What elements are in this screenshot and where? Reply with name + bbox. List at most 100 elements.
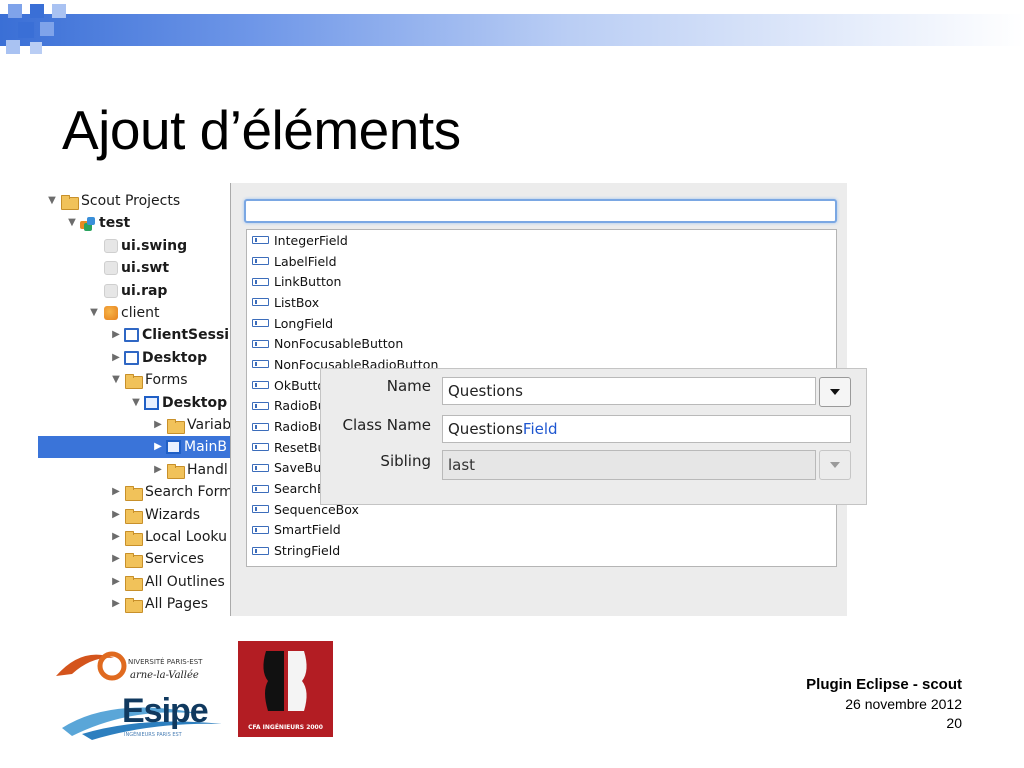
collapsed-arrow-icon[interactable]: ▶ xyxy=(110,598,122,610)
folder-icon xyxy=(124,484,143,502)
folder-icon xyxy=(124,574,143,591)
folder-icon xyxy=(166,417,185,434)
tree-item[interactable]: ▶ Local Looku xyxy=(38,526,238,548)
folder-icon xyxy=(124,507,143,524)
name-field[interactable]: Questions xyxy=(442,377,816,405)
tree-item[interactable]: ui.swt xyxy=(38,257,238,279)
collapsed-arrow-icon[interactable]: ▶ xyxy=(110,553,122,565)
orange-cube-icon xyxy=(104,306,118,320)
list-item-label: SearchB xyxy=(274,481,326,497)
list-item[interactable]: LinkButton xyxy=(247,271,836,292)
collapsed-arrow-icon[interactable]: ▶ xyxy=(110,509,122,521)
form-field-icon xyxy=(252,546,269,555)
list-item[interactable]: NonFocusableButton xyxy=(247,333,836,354)
list-item[interactable]: ListBox xyxy=(247,292,836,313)
form-field-icon xyxy=(252,339,269,348)
collapsed-arrow-icon[interactable]: ▶ xyxy=(110,486,122,498)
expanded-arrow-icon[interactable]: ▼ xyxy=(46,195,58,207)
collapsed-arrow-icon[interactable]: ▶ xyxy=(152,441,164,453)
tree-item[interactable]: ui.swing xyxy=(38,235,238,257)
tree-item[interactable]: ▼ Forms xyxy=(38,369,238,391)
sibling-field[interactable]: last xyxy=(442,450,816,480)
footer-date: 26 novembre 2012 xyxy=(845,696,962,712)
project-icon xyxy=(80,215,96,231)
window-icon xyxy=(124,350,139,365)
tree-item-label: Wizards xyxy=(145,506,201,523)
collapsed-arrow-icon[interactable]: ▶ xyxy=(152,419,164,431)
list-item-label: LinkButton xyxy=(274,274,342,290)
tree-item[interactable]: ui.rap xyxy=(38,280,238,302)
tree-item[interactable]: ▼ test xyxy=(38,212,238,234)
slide-header-bar xyxy=(0,14,1024,46)
folder-open-icon xyxy=(60,193,79,210)
form-field-icon xyxy=(252,525,269,534)
project-tree[interactable]: ▼ Scout Projects ▼ test ui.swing ui.swt ui.rap… xyxy=(38,190,238,620)
collapsed-arrow-icon[interactable]: ▶ xyxy=(110,576,122,588)
tree-item[interactable]: ▼ client xyxy=(38,302,238,324)
form-field-icon xyxy=(252,401,269,410)
list-item-label: ResetBu xyxy=(274,439,326,455)
tree-item-label: ui.rap xyxy=(121,282,168,299)
collapsed-arrow-icon[interactable]: ▶ xyxy=(110,329,122,341)
form-field-icon xyxy=(252,277,269,286)
list-item-label: LongField xyxy=(274,315,334,331)
list-item-label: LabelField xyxy=(274,253,337,269)
collapsed-arrow-icon[interactable]: ▶ xyxy=(110,352,122,364)
tree-item[interactable]: ▶ Search Form xyxy=(38,481,238,503)
expanded-arrow-icon[interactable]: ▼ xyxy=(110,374,122,386)
tree-item[interactable]: ▼ Desktop xyxy=(38,392,238,414)
tree-item[interactable]: ▶ Desktop xyxy=(38,347,238,369)
list-item[interactable]: LongField xyxy=(247,313,836,334)
upem-esipe-logo: NIVERSITÉ PARIS-EST arne-la-Vallée Esipe… xyxy=(52,636,232,746)
grey-cube-icon xyxy=(104,283,118,298)
tree-item[interactable]: ▶ Handl xyxy=(38,459,238,481)
classname-field[interactable]: Questions Field xyxy=(442,415,851,443)
tree-item-label: ui.swing xyxy=(121,237,188,254)
chevron-down-icon xyxy=(830,389,840,395)
form-field-icon xyxy=(252,505,269,514)
collapsed-arrow-icon[interactable]: ▶ xyxy=(110,531,122,543)
esipe-wordmark: Esipe xyxy=(122,692,209,730)
grey-cube-icon xyxy=(104,238,118,253)
tree-item-label: Desktop xyxy=(142,349,208,366)
filter-input[interactable] xyxy=(244,199,837,223)
box-icon xyxy=(166,440,181,455)
tree-item[interactable]: ▶ All Pages xyxy=(38,593,238,615)
tree-item[interactable]: ▶ Services xyxy=(38,548,238,570)
name-dropdown-button[interactable] xyxy=(819,377,851,407)
tree-item[interactable]: ▶ Wizards xyxy=(38,504,238,526)
expanded-arrow-icon[interactable]: ▼ xyxy=(88,307,100,319)
list-item-label: NonFocusableButton xyxy=(274,336,404,352)
collapsed-arrow-icon[interactable]: ▶ xyxy=(152,464,164,476)
classname-label: Class Name xyxy=(342,416,431,434)
list-item[interactable]: LabelField xyxy=(247,251,836,272)
tree-item[interactable]: ▶ All Outlines xyxy=(38,571,238,593)
tree-item-label: Scout Projects xyxy=(81,193,181,209)
sibling-label: Sibling xyxy=(380,452,431,470)
list-item[interactable]: IntegerField xyxy=(247,230,836,251)
list-item[interactable]: StringField xyxy=(247,540,836,561)
tree-item-label: Services xyxy=(145,551,205,568)
expanded-arrow-icon[interactable]: ▼ xyxy=(130,397,142,409)
tree-item-label: Variab xyxy=(187,417,232,433)
folder-icon xyxy=(166,462,185,479)
list-item-label: ListBox xyxy=(274,294,320,310)
sibling-dropdown-button[interactable] xyxy=(819,450,851,480)
upem-name-line2: arne-la-Vallée xyxy=(130,670,199,681)
list-item-label: OkButto xyxy=(274,377,326,393)
expanded-arrow-icon[interactable]: ▼ xyxy=(66,217,78,229)
upem-name-line1: NIVERSITÉ PARIS-EST xyxy=(128,658,203,666)
element-properties-form: Name Questions Class Name Questions Field… xyxy=(320,368,867,505)
list-item[interactable]: SmartField xyxy=(247,520,836,541)
tree-item-label: ClientSessi xyxy=(142,327,230,344)
slide-header-squares xyxy=(0,0,80,60)
tree-item[interactable]: ▶ MainB xyxy=(38,436,238,459)
form-field-icon xyxy=(252,484,269,493)
tree-item-label: Forms xyxy=(145,372,188,389)
form-field-icon xyxy=(252,298,269,307)
form-field-icon xyxy=(252,319,269,328)
tree-item[interactable]: ▶ Variab xyxy=(38,414,238,436)
tree-item[interactable]: ▼ Scout Projects xyxy=(38,190,238,212)
tree-item[interactable]: ▶ ClientSessi xyxy=(38,324,238,346)
no-arrow xyxy=(88,262,100,274)
